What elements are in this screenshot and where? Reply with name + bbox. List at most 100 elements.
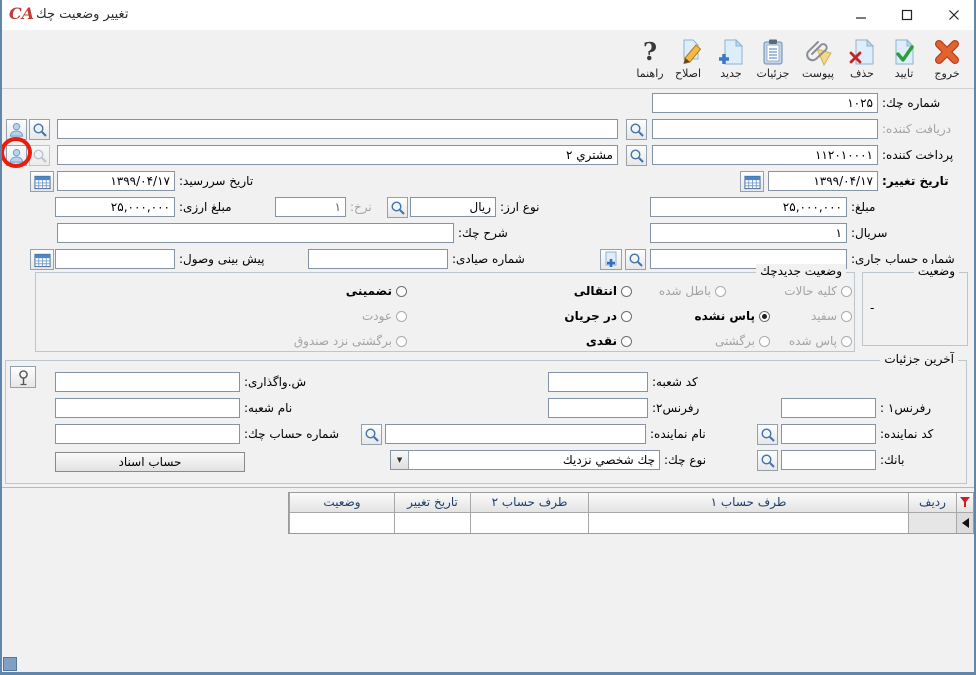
receiver-person-button[interactable] [6, 119, 27, 140]
application-window: CA تغییر وضعیت چك خروج تایید حذف [0, 0, 976, 675]
radio-blank[interactable]: سفید [811, 308, 852, 324]
maximize-button[interactable] [892, 6, 922, 24]
cheque-type-combobox[interactable]: چك شخصي نزديك ▼ [390, 450, 660, 470]
branch-code-field[interactable] [548, 372, 648, 392]
search-icon [760, 427, 776, 443]
serial-label: سریال: [851, 223, 887, 243]
table-header-row: ردیف طرف حساب ۱ طرف حساب ۲ تاریخ تغییر و… [289, 493, 973, 513]
delete-button[interactable]: حذف [842, 32, 882, 84]
collect-forecast-field[interactable] [55, 249, 175, 269]
bank-search-button[interactable] [757, 450, 778, 471]
payer-code-field[interactable]: ۱۱۲۰۱۰۰۰۱ [652, 145, 878, 165]
agent-code-search-button[interactable] [757, 424, 778, 445]
due-date-calendar-button[interactable] [30, 171, 54, 192]
chevron-down-icon[interactable]: ▼ [391, 451, 409, 469]
attach-button[interactable]: پیوست [798, 32, 838, 84]
help-button[interactable]: ? راهنما [631, 32, 669, 84]
currency-amount-field[interactable]: ۲۵,۰۰۰,۰۰۰ [55, 197, 175, 217]
cell-account1[interactable] [588, 513, 908, 533]
close-button[interactable] [939, 6, 969, 24]
radio-all-states[interactable]: كلیه حالات [784, 283, 852, 299]
new-button[interactable]: جدید [711, 32, 751, 84]
pin-button[interactable] [10, 366, 36, 388]
radio-circle [715, 286, 726, 297]
agent-code-field[interactable] [781, 424, 876, 444]
radio-bounced-at-cashbox[interactable]: برگشتی نزد صندوق [294, 333, 407, 349]
radio-voided[interactable]: باطل شده [659, 283, 726, 299]
radio-cash[interactable]: نقدی [586, 333, 632, 349]
collect-forecast-calendar-button[interactable] [30, 249, 54, 270]
payer-search-button[interactable] [626, 145, 647, 166]
confirm-button[interactable]: تایید [884, 32, 924, 84]
due-date-field[interactable]: ۱۳۹۹/۰۴/۱۷ [57, 171, 175, 191]
details-button[interactable]: جزئیات [752, 32, 794, 84]
scroll-corner[interactable] [3, 657, 17, 671]
confirm-icon [890, 32, 918, 66]
bank-label: بانك: [880, 450, 905, 470]
window-border-left [0, 0, 2, 675]
calendar-icon [34, 174, 51, 190]
agent-name-field[interactable] [385, 424, 646, 444]
radio-cleared[interactable]: پاس شده [789, 333, 852, 349]
bank-field[interactable] [781, 450, 876, 470]
radio-circle [621, 336, 632, 347]
amount-field[interactable]: ۲۵,۰۰۰,۰۰۰ [650, 197, 847, 217]
currency-search-button[interactable] [387, 197, 408, 218]
column-header-account1[interactable]: طرف حساب ۱ [588, 493, 908, 513]
radio-bounced[interactable]: برگشتی [715, 333, 770, 349]
cheque-account-field[interactable] [55, 424, 240, 444]
ref2-field[interactable] [548, 398, 648, 418]
radio-guarantee[interactable]: تضمینی [346, 283, 407, 299]
cell-row-no[interactable] [908, 513, 956, 533]
serial-field[interactable]: ۱ [650, 223, 847, 243]
cheque-desc-field[interactable] [57, 223, 454, 243]
exit-button[interactable]: خروج [926, 32, 968, 84]
column-header-account2[interactable]: طرف حساب ۲ [470, 493, 588, 513]
cell-account2[interactable] [470, 513, 588, 533]
column-header-status[interactable]: وضعیت [289, 493, 394, 513]
sayad-no-field[interactable] [308, 249, 448, 269]
radio-in-progress[interactable]: در جریان [564, 308, 632, 324]
radio-not-cleared[interactable]: پاس نشده [695, 308, 770, 324]
assignment-no-field[interactable] [55, 372, 240, 392]
radio-returned[interactable]: عودت [362, 308, 407, 324]
amount-label: مبلغ: [851, 197, 875, 217]
cheque-no-field[interactable]: ۱۰۲۵ [652, 93, 878, 113]
change-date-calendar-button[interactable] [740, 171, 764, 192]
table-row[interactable] [289, 513, 973, 533]
cell-status[interactable] [289, 513, 394, 533]
documents-account-button[interactable]: حساب اسناد [55, 452, 245, 472]
filter-header-cell[interactable] [956, 493, 973, 513]
payer-name-field[interactable]: مشتري ۲ [57, 145, 618, 165]
ref1-field[interactable] [781, 398, 876, 418]
receiver-code-field[interactable] [652, 119, 878, 139]
calendar-icon [744, 174, 761, 190]
minimize-icon [855, 9, 867, 21]
change-date-field[interactable]: ۱۳۹۹/۰۴/۱۷ [768, 171, 878, 191]
payer-person-button[interactable] [6, 145, 27, 166]
receiver-label: دریافت كننده: [882, 119, 951, 139]
search-icon [628, 252, 644, 268]
radio-circle [621, 286, 632, 297]
receiver-name-field[interactable] [57, 119, 618, 139]
radio-transfer[interactable]: انتقالی [574, 283, 632, 299]
agent-name-label: نام نماینده: [650, 424, 706, 444]
receiver-name-search-button[interactable] [29, 119, 50, 140]
rate-field[interactable]: ۱ [275, 197, 346, 217]
receiver-search-button[interactable] [626, 119, 647, 140]
branch-name-field[interactable] [55, 398, 240, 418]
column-header-change-date[interactable]: تاریخ تغییر [394, 493, 470, 513]
minimize-button[interactable] [846, 6, 876, 24]
edit-button[interactable]: اصلاح [669, 32, 707, 84]
clipboard-icon [759, 32, 787, 66]
current-account-search-button[interactable] [625, 249, 646, 270]
add-account-button[interactable] [600, 249, 622, 270]
payer-name-search-button[interactable] [29, 145, 50, 166]
agent-name-search-button[interactable] [361, 424, 382, 445]
status-value: - [870, 301, 874, 315]
currency-type-field[interactable]: ریال [410, 197, 496, 217]
cell-change-date[interactable] [394, 513, 470, 533]
radio-circle [396, 286, 407, 297]
pushpin-icon [16, 369, 31, 386]
column-header-row-no[interactable]: ردیف [908, 493, 956, 513]
